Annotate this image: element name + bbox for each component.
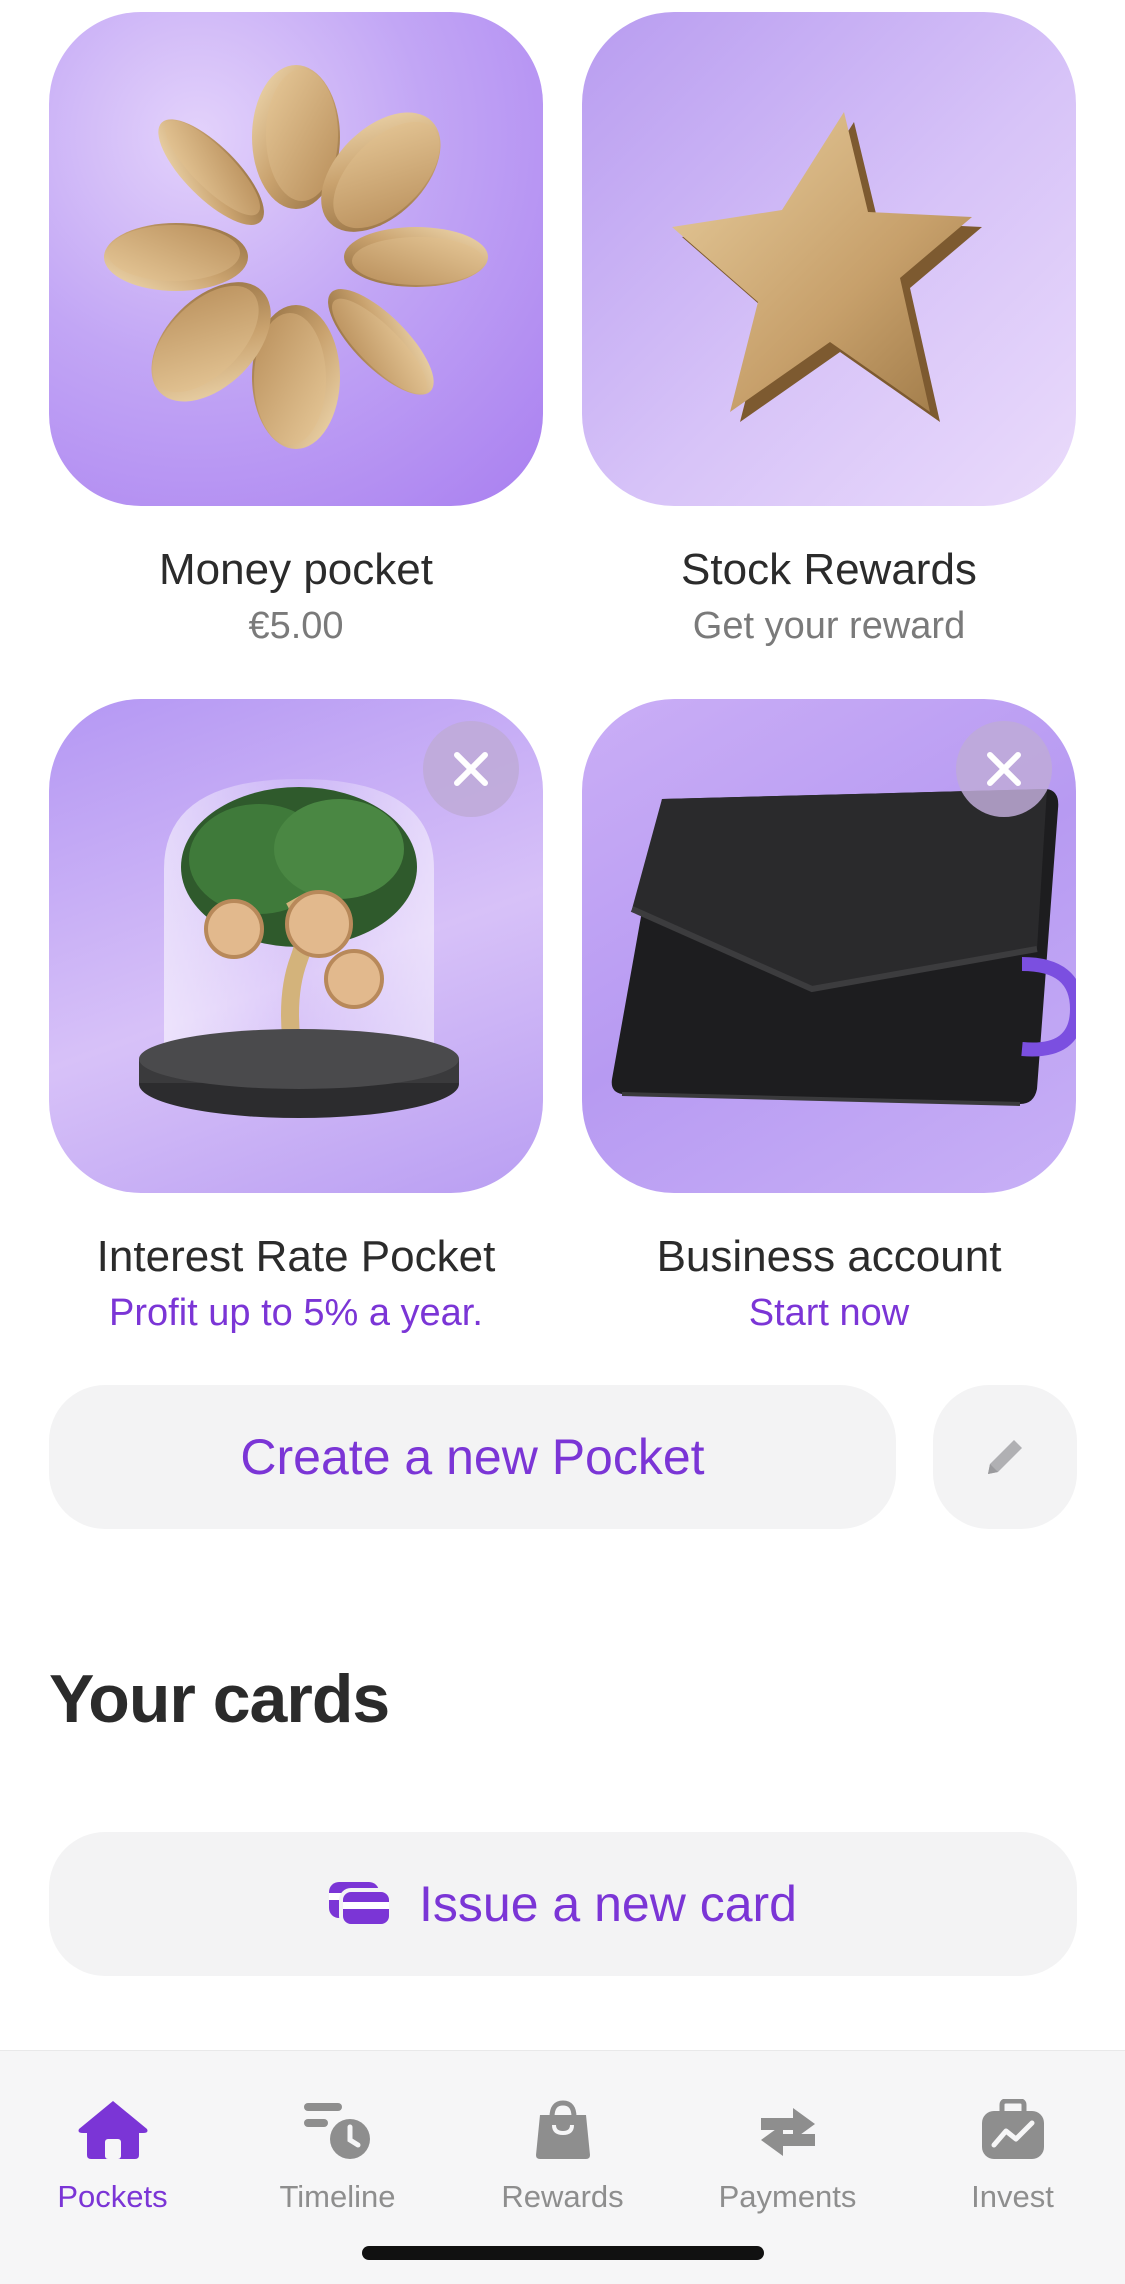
coins-illustration: [104, 65, 488, 449]
pocket-balance-money: €5.00: [248, 605, 344, 647]
pocket-title-money: Money pocket: [159, 545, 433, 594]
home-indicator[interactable]: [362, 2246, 764, 2260]
pocket-subtitle-stock-rewards: Get your reward: [692, 605, 966, 647]
pocket-title-stock-rewards: Stock Rewards: [681, 545, 977, 594]
dismiss-business-account-button[interactable]: [956, 721, 1052, 817]
transfer-arrows-icon: [760, 2108, 815, 2156]
tab-rewards-label: Rewards: [501, 2179, 624, 2214]
tab-rewards[interactable]: Rewards: [450, 2051, 675, 2231]
shopping-bag-icon: [535, 2100, 590, 2159]
create-pocket-button[interactable]: Create a new Pocket: [49, 1385, 896, 1529]
pocket-title-business: Business account: [656, 1232, 1002, 1281]
tab-pockets-label: Pockets: [57, 2179, 168, 2214]
tab-invest-label: Invest: [971, 2179, 1054, 2214]
tab-invest[interactable]: Invest: [900, 2051, 1125, 2231]
tab-pockets[interactable]: Pockets: [0, 2051, 225, 2231]
your-cards-heading: Your cards: [49, 1661, 390, 1737]
pocket-title-interest: Interest Rate Pocket: [96, 1232, 496, 1281]
cards-icon: [329, 1882, 391, 1928]
close-icon: [987, 752, 1021, 786]
edit-pockets-button[interactable]: [933, 1385, 1077, 1529]
stock-rewards-tile[interactable]: [582, 12, 1076, 506]
pencil-icon: [988, 1440, 1022, 1474]
money-pocket-tile[interactable]: [49, 12, 543, 506]
home-icon: [78, 2101, 147, 2159]
tab-payments-label: Payments: [718, 2179, 857, 2214]
issue-card-button[interactable]: Issue a new card: [49, 1832, 1077, 1976]
close-icon: [454, 752, 488, 786]
star-illustration: [672, 112, 982, 422]
tab-timeline-label: Timeline: [279, 2179, 396, 2214]
create-pocket-label: Create a new Pocket: [240, 1429, 705, 1485]
dismiss-interest-pocket-button[interactable]: [423, 721, 519, 817]
briefcase-chart-icon: [981, 2099, 1044, 2159]
timeline-icon: [303, 2103, 370, 2159]
issue-card-label: Issue a new card: [419, 1876, 797, 1932]
tab-timeline[interactable]: Timeline: [225, 2051, 450, 2231]
pocket-subtitle-business[interactable]: Start now: [582, 1292, 1076, 1335]
pocket-subtitle-interest[interactable]: Profit up to 5% a year.: [49, 1292, 543, 1335]
tab-payments[interactable]: Payments: [675, 2051, 900, 2231]
